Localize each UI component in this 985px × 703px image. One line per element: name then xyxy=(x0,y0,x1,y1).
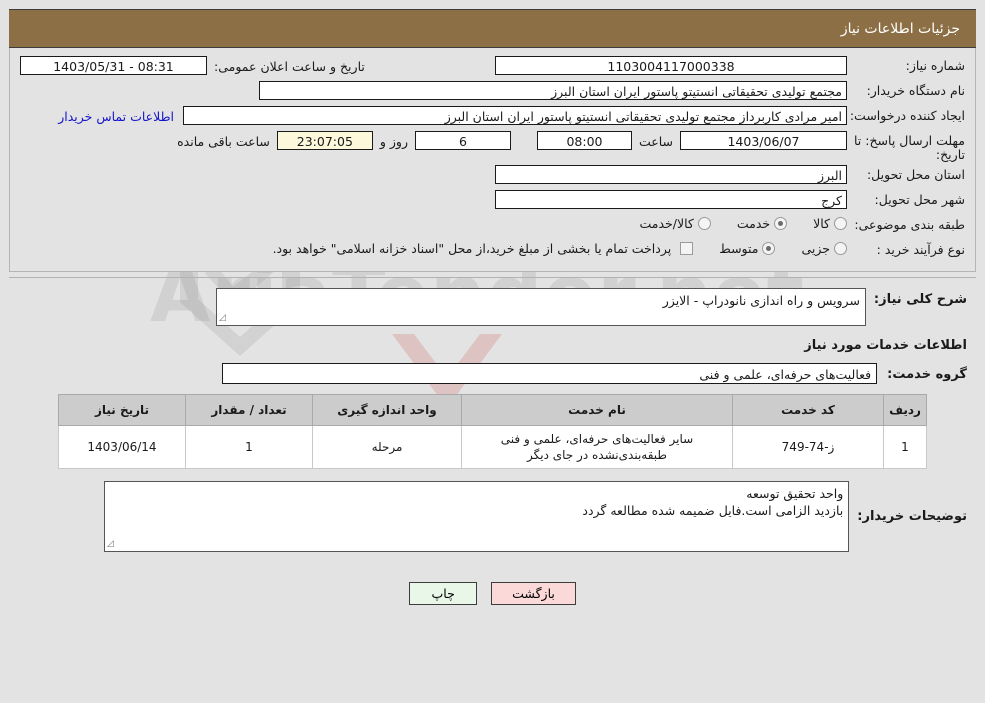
city-label: شهر محل تحویل: xyxy=(874,192,965,207)
row-buyer-org: نام دستگاه خریدار: مجتمع تولیدی تحقیقاتی… xyxy=(20,81,965,103)
th-need-date: تاریخ نیاز xyxy=(58,394,186,426)
deadline-time-value: 08:00 xyxy=(536,131,632,150)
cell-need-date: 1403/06/14 xyxy=(58,425,186,469)
buyer-contact-link[interactable]: اطلاعات تماس خریدار xyxy=(58,106,183,124)
services-section-title: اطلاعات خدمات مورد نیاز xyxy=(804,338,967,353)
buyer-org-value: مجتمع تولیدی تحقیقاتی انستیتو پاستور ایر… xyxy=(259,81,847,100)
page-title: جزئیات اطلاعات نیاز xyxy=(9,9,976,48)
buyer-org-label: نام دستگاه خریدار: xyxy=(866,83,965,98)
need-desc-value: سرویس و راه اندازی نانودراپ - الایزر xyxy=(662,293,860,308)
cell-service-code: ز-74-749 xyxy=(732,425,884,469)
cell-unit: مرحله xyxy=(312,425,462,469)
page-root: جزئیات اطلاعات نیاز شماره نیاز: 11030041… xyxy=(0,0,985,703)
th-quantity: تعداد / مقدار xyxy=(185,394,313,426)
th-name: نام خدمت xyxy=(461,394,733,426)
resize-grip-icon-notes[interactable]: ◺ xyxy=(107,539,117,550)
public-announce-value: 1403/05/31 - 08:31 xyxy=(20,56,207,75)
radio-kala-khedmat-label: کالا/خدمت xyxy=(639,216,694,231)
deadline-date-value: 1403/06/07 xyxy=(680,131,847,150)
radio-khedmat-label: خدمت xyxy=(736,216,771,231)
radio-jozii-icon[interactable] xyxy=(834,242,847,255)
detail-section: شرح کلی نیاز: سرویس و راه اندازی نانودرا… xyxy=(9,278,976,552)
radio-process-motevaset[interactable]: متوسط xyxy=(719,240,776,256)
cell-service-name: سایر فعالیت‌های حرفه‌ای، علمی و فنی طبقه… xyxy=(461,425,733,469)
public-announce-label: تاریخ و ساعت اعلان عمومی: xyxy=(214,59,365,74)
city-value: کرج xyxy=(495,190,847,209)
back-button[interactable]: بازگشت xyxy=(491,582,576,605)
need-number-value: 1103004117000338 xyxy=(495,56,847,75)
countdown-timer: 23:07:05 xyxy=(276,131,373,150)
items-table-wrap: ردیف کد خدمت نام خدمت واحد اندازه گیری ت… xyxy=(18,392,967,469)
row-service-group: گروه خدمت: فعالیت‌های حرفه‌ای، علمی و فن… xyxy=(18,363,967,384)
buyer-notes-value: واحد تحقیق توسعه بازدید الزامی است.فایل … xyxy=(582,486,844,518)
table-row: 1 ز-74-749 سایر فعالیت‌های حرفه‌ای، علمی… xyxy=(58,425,927,469)
days-remaining-value: 6 xyxy=(414,131,511,150)
need-desc-label: شرح کلی نیاز: xyxy=(873,292,967,307)
th-unit: واحد اندازه گیری xyxy=(312,394,462,426)
row-category: طبقه بندی موضوعی: کالا خدمت کالا/خدمت xyxy=(20,215,965,237)
row-need-description: شرح کلی نیاز: سرویس و راه اندازی نانودرا… xyxy=(18,288,967,326)
buyer-notes-label: توضیحات خریدار: xyxy=(857,509,967,524)
province-label: استان محل تحویل: xyxy=(866,167,965,182)
radio-khedmat-icon[interactable] xyxy=(774,217,788,230)
province-value: البرز xyxy=(495,165,847,184)
row-need-number: شماره نیاز: 1103004117000338 تاریخ و ساع… xyxy=(20,56,965,78)
row-province: استان محل تحویل: البرز xyxy=(20,165,965,187)
radio-kala-label: کالا xyxy=(813,216,830,231)
radio-kala-icon[interactable] xyxy=(834,217,847,230)
radio-motevaset-icon[interactable] xyxy=(762,242,776,255)
radio-kala-khedmat-icon[interactable] xyxy=(697,217,711,230)
row-deadline: مهلت ارسال پاسخ: تا تاریخ: 1403/06/07 سا… xyxy=(20,131,965,162)
radio-category-kala-khedmat[interactable]: کالا/خدمت xyxy=(639,215,711,231)
treasury-checkbox[interactable] xyxy=(680,242,694,255)
row-creator: ایجاد کننده درخواست: امیر مرادی کاربرداز… xyxy=(20,106,965,128)
cell-quantity: 1 xyxy=(185,425,313,469)
hours-remaining-label: ساعت باقی مانده xyxy=(177,134,270,149)
service-group-label: گروه خدمت: xyxy=(887,367,967,382)
th-row: ردیف xyxy=(883,394,927,426)
need-info-panel: شماره نیاز: 1103004117000338 تاریخ و ساع… xyxy=(9,48,976,272)
radio-category-khedmat[interactable]: خدمت xyxy=(736,215,788,231)
need-desc-textarea[interactable]: سرویس و راه اندازی نانودراپ - الایزر ◺ xyxy=(215,288,866,326)
radio-jozii-label: جزیی xyxy=(801,241,830,256)
row-buyer-notes: توضیحات خریدار: واحد تحقیق توسعه بازدید … xyxy=(18,481,967,552)
items-table: ردیف کد خدمت نام خدمت واحد اندازه گیری ت… xyxy=(58,394,927,469)
creator-label: ایجاد کننده درخواست: xyxy=(849,108,965,123)
resize-grip-icon[interactable]: ◺ xyxy=(219,313,229,324)
cell-row-index: 1 xyxy=(883,425,927,469)
radio-motevaset-label: متوسط xyxy=(719,241,759,256)
buyer-notes-textarea[interactable]: واحد تحقیق توسعه بازدید الزامی است.فایل … xyxy=(104,481,850,552)
days-and-label: روز و xyxy=(379,134,408,149)
footer-actions: بازگشت چاپ xyxy=(9,560,976,605)
treasury-checkbox-label: پرداخت تمام یا بخشی از مبلغ خرید،از محل … xyxy=(272,241,672,256)
service-group-value: فعالیت‌های حرفه‌ای، علمی و فنی xyxy=(222,363,878,384)
treasury-checkbox-group[interactable]: پرداخت تمام یا بخشی از مبلغ خرید،از محل … xyxy=(273,240,694,256)
process-label: نوع فرآیند خرید : xyxy=(876,242,965,257)
hour-label: ساعت xyxy=(638,134,673,149)
th-code: کد خدمت xyxy=(732,394,884,426)
table-header-row: ردیف کد خدمت نام خدمت واحد اندازه گیری ت… xyxy=(58,394,927,426)
row-city: شهر محل تحویل: کرج xyxy=(20,190,965,212)
radio-process-jozii[interactable]: جزیی xyxy=(801,240,847,256)
need-number-label: شماره نیاز: xyxy=(905,58,965,73)
print-button[interactable]: چاپ xyxy=(409,582,478,605)
category-label: طبقه بندی موضوعی: xyxy=(854,217,965,232)
row-process-type: نوع فرآیند خرید : جزیی متوسط پرداخت تمام… xyxy=(20,240,965,262)
deadline-label: مهلت ارسال پاسخ: تا تاریخ: xyxy=(854,133,965,162)
creator-value: امیر مرادی کاربرداز مجتمع تولیدی تحقیقات… xyxy=(183,106,847,125)
radio-category-kala[interactable]: کالا xyxy=(813,215,847,231)
